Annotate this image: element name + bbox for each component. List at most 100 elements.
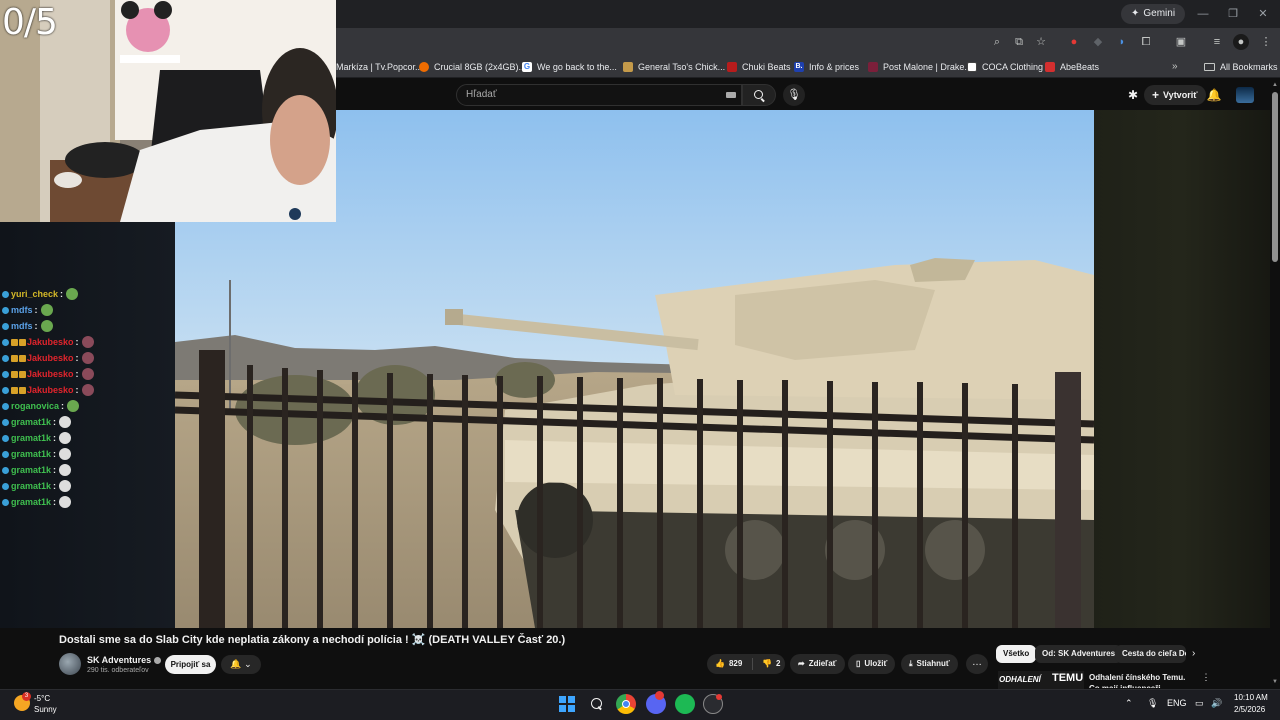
download-button[interactable]: ⤓ Stiahnuť [901, 654, 958, 674]
restore-icon[interactable]: ❐ [1222, 4, 1244, 24]
search-input[interactable]: Hľadať [456, 84, 742, 106]
windows-start-icon[interactable] [557, 694, 577, 714]
save-button[interactable]: ▯ Uložiť [848, 654, 896, 674]
bookmark-favicon [727, 61, 737, 72]
more-dots-vertical-icon[interactable]: ⋮ [1200, 672, 1212, 683]
network-icon[interactable]: ▭ [1195, 698, 1204, 709]
taskbar [0, 689, 1280, 720]
extension-audio-icon[interactable]: ◗ [1114, 34, 1130, 50]
plus-icon: + [1152, 88, 1160, 102]
language-indicator[interactable]: ENG [1167, 698, 1187, 708]
spotify-icon[interactable] [675, 694, 695, 714]
voice-search-button[interactable]: 🎙 [783, 84, 805, 106]
chat-badge-icon [2, 434, 9, 442]
chat-separator: : [75, 369, 79, 379]
scroll-up-icon[interactable]: ▲ [1271, 82, 1279, 88]
volume-icon[interactable]: 🔊 [1211, 698, 1222, 709]
temperature[interactable]: -5°C [34, 694, 50, 703]
ambient-mode-glow [1094, 110, 1270, 628]
chat-message: gramat1k: [2, 495, 72, 509]
zoom-icon[interactable]: ⌕ [989, 34, 1005, 50]
chat-emote-icon [59, 496, 72, 508]
bookmark-item[interactable]: B. Info & prices [786, 56, 867, 78]
chat-badge-icon [2, 370, 9, 378]
search-button[interactable] [742, 84, 776, 106]
bookmark-item[interactable]: General Tso's Chick... [615, 56, 733, 78]
chat-username: gramat1k [11, 465, 52, 475]
thumbs-up-icon: 👍 [715, 659, 725, 668]
chip-from-channel[interactable]: Od: SK Adventures [1035, 645, 1123, 663]
gemini-button[interactable]: ✦ Gemini [1121, 4, 1186, 24]
side-panel-icon[interactable]: ▣ [1173, 34, 1189, 50]
bookmark-item[interactable]: G We go back to the... [514, 56, 625, 78]
chat-emote-icon [81, 384, 94, 396]
bookmarks-overflow-icon[interactable]: » [1172, 56, 1184, 78]
profile-avatar-icon[interactable]: ● [1233, 34, 1249, 50]
extensions-puzzle-icon[interactable]: ⧠ [1138, 34, 1154, 50]
scroll-down-icon[interactable]: ▼ [1271, 679, 1279, 685]
chat-separator: : [53, 417, 57, 427]
bookmark-item[interactable]: AbeBeats [1037, 56, 1107, 78]
chip-all[interactable]: Všetko [996, 645, 1037, 663]
create-button[interactable]: + Vytvoriť [1144, 85, 1206, 105]
chat-separator: : [60, 289, 64, 299]
chat-badge-icon [2, 466, 9, 474]
minimize-icon[interactable]: — [1192, 4, 1214, 24]
dislike-button[interactable]: 👎 2 [754, 654, 788, 674]
channel-avatar[interactable] [59, 653, 81, 675]
weather-condition[interactable]: Sunny [34, 705, 57, 714]
subscription-bell-button[interactable]: 🔔 ⌄ [221, 655, 261, 674]
chat-username: gramat1k [11, 433, 52, 443]
install-app-icon[interactable]: ⧉ [1011, 34, 1027, 50]
search-taskbar-icon[interactable] [587, 694, 607, 714]
chat-emote-icon [40, 304, 53, 316]
chat-message: Jakubesko: [2, 351, 94, 365]
chat-username: Jakubesko [27, 369, 74, 379]
subscriber-badge-icon [11, 370, 18, 378]
subscriber-badge-icon [11, 386, 18, 394]
more-actions-button[interactable]: … [966, 654, 988, 674]
chip-related[interactable]: Cesta do cieľa Do [1115, 645, 1186, 663]
folder-icon [1204, 63, 1215, 71]
extension-icon[interactable]: ◆ [1090, 34, 1106, 50]
menu-dots-icon[interactable]: ⋮ [1258, 34, 1274, 50]
recommended-thumbnail[interactable]: ODHALENÍ TEMU [998, 671, 1084, 689]
keyboard-icon[interactable] [726, 92, 736, 98]
chrome-icon[interactable] [616, 694, 636, 714]
notifications-bell-icon[interactable]: 🔔 [1206, 87, 1222, 103]
chat-emote-icon [59, 448, 72, 460]
all-bookmarks-button[interactable]: All Bookmarks [1204, 56, 1278, 78]
subscriber-badge-icon [19, 370, 26, 378]
chat-separator: : [53, 433, 57, 443]
bookmark-label: We go back to the... [537, 61, 617, 72]
channel-name-link[interactable]: SK Adventures [87, 655, 162, 665]
clock-date[interactable]: 2/5/2026 [1234, 705, 1265, 714]
scrollbar-thumb[interactable] [1272, 92, 1278, 262]
bookmark-star-icon[interactable]: ☆ [1033, 34, 1049, 50]
premium-icon[interactable]: ✱ [1125, 87, 1141, 103]
bookmark-favicon: B. [794, 61, 804, 72]
all-bookmarks-label: All Bookmarks [1220, 62, 1278, 72]
share-button[interactable]: ➦ Zdieľať [790, 654, 845, 674]
microphone-tray-icon[interactable]: 🎙 [1147, 698, 1158, 709]
clock-time[interactable]: 10:10 AM [1234, 693, 1268, 702]
like-button[interactable]: 👍 829 [707, 654, 750, 674]
join-button[interactable]: Pripojiť sa [165, 655, 216, 674]
chat-message: gramat1k: [2, 463, 72, 477]
tab-search-icon[interactable]: ≡ [1209, 34, 1225, 50]
chat-message: gramat1k: [2, 479, 72, 493]
extension-opera-icon[interactable]: ● [1066, 34, 1082, 50]
account-avatar[interactable] [1236, 87, 1254, 103]
chat-emote-icon [81, 352, 94, 364]
create-label: Vytvoriť [1163, 90, 1198, 100]
chat-message: gramat1k: [2, 447, 72, 461]
recommended-title[interactable]: Odhalení čínského Temu. Co mají influenc… [1089, 672, 1194, 688]
download-label: Stiahnuť [916, 659, 950, 668]
chat-message: gramat1k: [2, 415, 72, 429]
close-icon[interactable]: ✕ [1252, 4, 1274, 24]
tray-overflow-icon[interactable]: ⌃ [1125, 698, 1133, 709]
chat-badge-icon [2, 354, 9, 362]
chat-message: Jakubesko: [2, 335, 94, 349]
bookmark-favicon [967, 61, 977, 72]
chevron-right-icon[interactable]: › [1192, 645, 1204, 663]
